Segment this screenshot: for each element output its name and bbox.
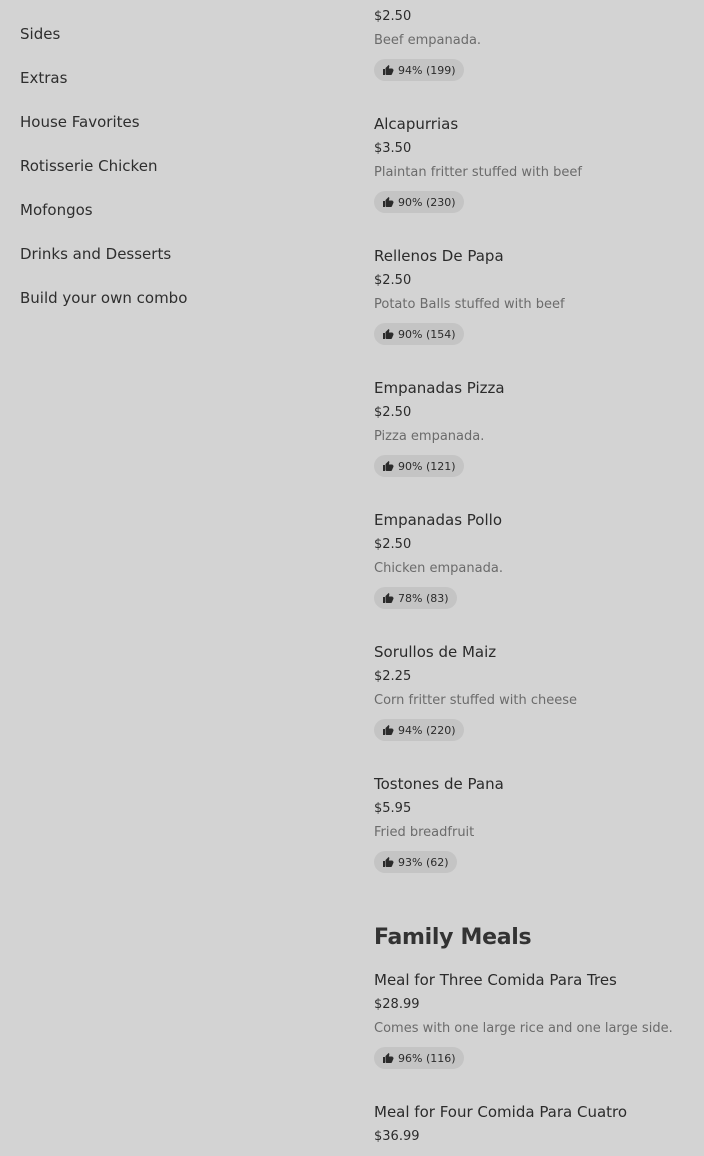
- thumbs-up-icon: [383, 725, 394, 735]
- rating-badge: 78% (83): [374, 587, 457, 609]
- item-description: Corn fritter stuffed with cheese: [374, 693, 578, 708]
- item-description: Plaintan fritter stuffed with beef: [374, 165, 582, 180]
- item-description: Chicken empanada.: [374, 561, 503, 576]
- menu-item-tostones-de-pana[interactable]: Tostones de Pana $5.95 Fried breadfruit …: [374, 774, 704, 873]
- rating-text: 93% (62): [398, 855, 449, 869]
- thumbs-up-icon: [383, 65, 394, 75]
- thumbs-up-icon: [383, 461, 394, 471]
- item-name: Empanadas Pizza: [374, 379, 505, 397]
- thumbs-up-icon: [383, 197, 394, 207]
- item-price: $2.50: [374, 537, 412, 552]
- item-description: Comes with one large rice and one large …: [374, 1021, 673, 1036]
- item-description: Potato Balls stuffed with beef: [374, 297, 565, 312]
- item-description: Pizza empanada.: [374, 429, 485, 444]
- item-price: $28.99: [374, 997, 420, 1012]
- thumbs-up-icon: [383, 329, 394, 339]
- item-price: $3.50: [374, 141, 412, 156]
- menu-item-rellenos-de-papa[interactable]: Rellenos De Papa $2.50 Potato Balls stuf…: [374, 246, 704, 345]
- item-price: $5.95: [374, 801, 412, 816]
- sidebar-item-house-favorites[interactable]: House Favorites: [20, 110, 340, 154]
- category-sidebar: Sides Extras House Favorites Rotisserie …: [20, 22, 340, 330]
- thumbs-up-icon: [383, 857, 394, 867]
- sidebar-item-drinks-and-desserts[interactable]: Drinks and Desserts: [20, 242, 340, 286]
- rating-badge: 94% (199): [374, 59, 464, 81]
- menu-item-empanadas-pizza[interactable]: Empanadas Pizza $2.50 Pizza empanada. 90…: [374, 378, 704, 477]
- item-name: Empanadas Pollo: [374, 511, 502, 529]
- item-name: Tostones de Pana: [374, 775, 504, 793]
- menu-page: Sides Extras House Favorites Rotisserie …: [0, 0, 704, 1156]
- rating-text: 78% (83): [398, 591, 449, 605]
- menu-item-empanadas-pollo[interactable]: Empanadas Pollo $2.50 Chicken empanada. …: [374, 510, 704, 609]
- sidebar-item-extras[interactable]: Extras: [20, 66, 340, 110]
- menu-item-sorullos-de-maiz[interactable]: Sorullos de Maiz $2.25 Corn fritter stuf…: [374, 642, 704, 741]
- sidebar-item-mofongos[interactable]: Mofongos: [20, 198, 340, 242]
- item-name: Meal for Three Comida Para Tres: [374, 971, 617, 989]
- item-name: Meal for Four Comida Para Cuatro: [374, 1103, 628, 1121]
- item-price: $2.25: [374, 669, 412, 684]
- item-name: Sorullos de Maiz: [374, 643, 497, 661]
- rating-text: 94% (220): [398, 723, 456, 737]
- thumbs-up-icon: [383, 1053, 394, 1063]
- menu-item-meal-for-three[interactable]: Meal for Three Comida Para Tres $28.99 C…: [374, 970, 704, 1069]
- rating-badge: 96% (116): [374, 1047, 464, 1069]
- section-title-family-meals: Family Meals: [374, 925, 532, 950]
- item-description: Fried breadfruit: [374, 825, 475, 840]
- sidebar-item-rotisserie-chicken[interactable]: Rotisserie Chicken: [20, 154, 340, 198]
- rating-badge: 90% (121): [374, 455, 464, 477]
- sidebar-item-sides[interactable]: Sides: [20, 22, 340, 66]
- item-description: Beef empanada.: [374, 33, 482, 48]
- item-price: $2.50: [374, 273, 412, 288]
- rating-badge: 94% (220): [374, 719, 464, 741]
- sidebar-item-build-your-own-combo[interactable]: Build your own combo: [20, 286, 340, 330]
- rating-badge: 90% (230): [374, 191, 464, 213]
- menu-item-meal-for-four[interactable]: Meal for Four Comida Para Cuatro $36.99: [374, 1102, 704, 1144]
- item-price: $2.50: [374, 405, 412, 420]
- rating-text: 90% (121): [398, 459, 456, 473]
- item-name: Rellenos De Papa: [374, 247, 504, 265]
- rating-text: 94% (199): [398, 63, 456, 77]
- rating-text: 90% (230): [398, 195, 456, 209]
- item-name: Alcapurrias: [374, 115, 459, 133]
- rating-text: 90% (154): [398, 327, 456, 341]
- thumbs-up-icon: [383, 593, 394, 603]
- rating-text: 96% (116): [398, 1051, 456, 1065]
- menu-item-alcapurrias[interactable]: Alcapurrias $3.50 Plaintan fritter stuff…: [374, 114, 704, 213]
- item-price: $2.50: [374, 9, 412, 24]
- rating-badge: 93% (62): [374, 851, 457, 873]
- rating-badge: 90% (154): [374, 323, 464, 345]
- item-price: $36.99: [374, 1129, 420, 1144]
